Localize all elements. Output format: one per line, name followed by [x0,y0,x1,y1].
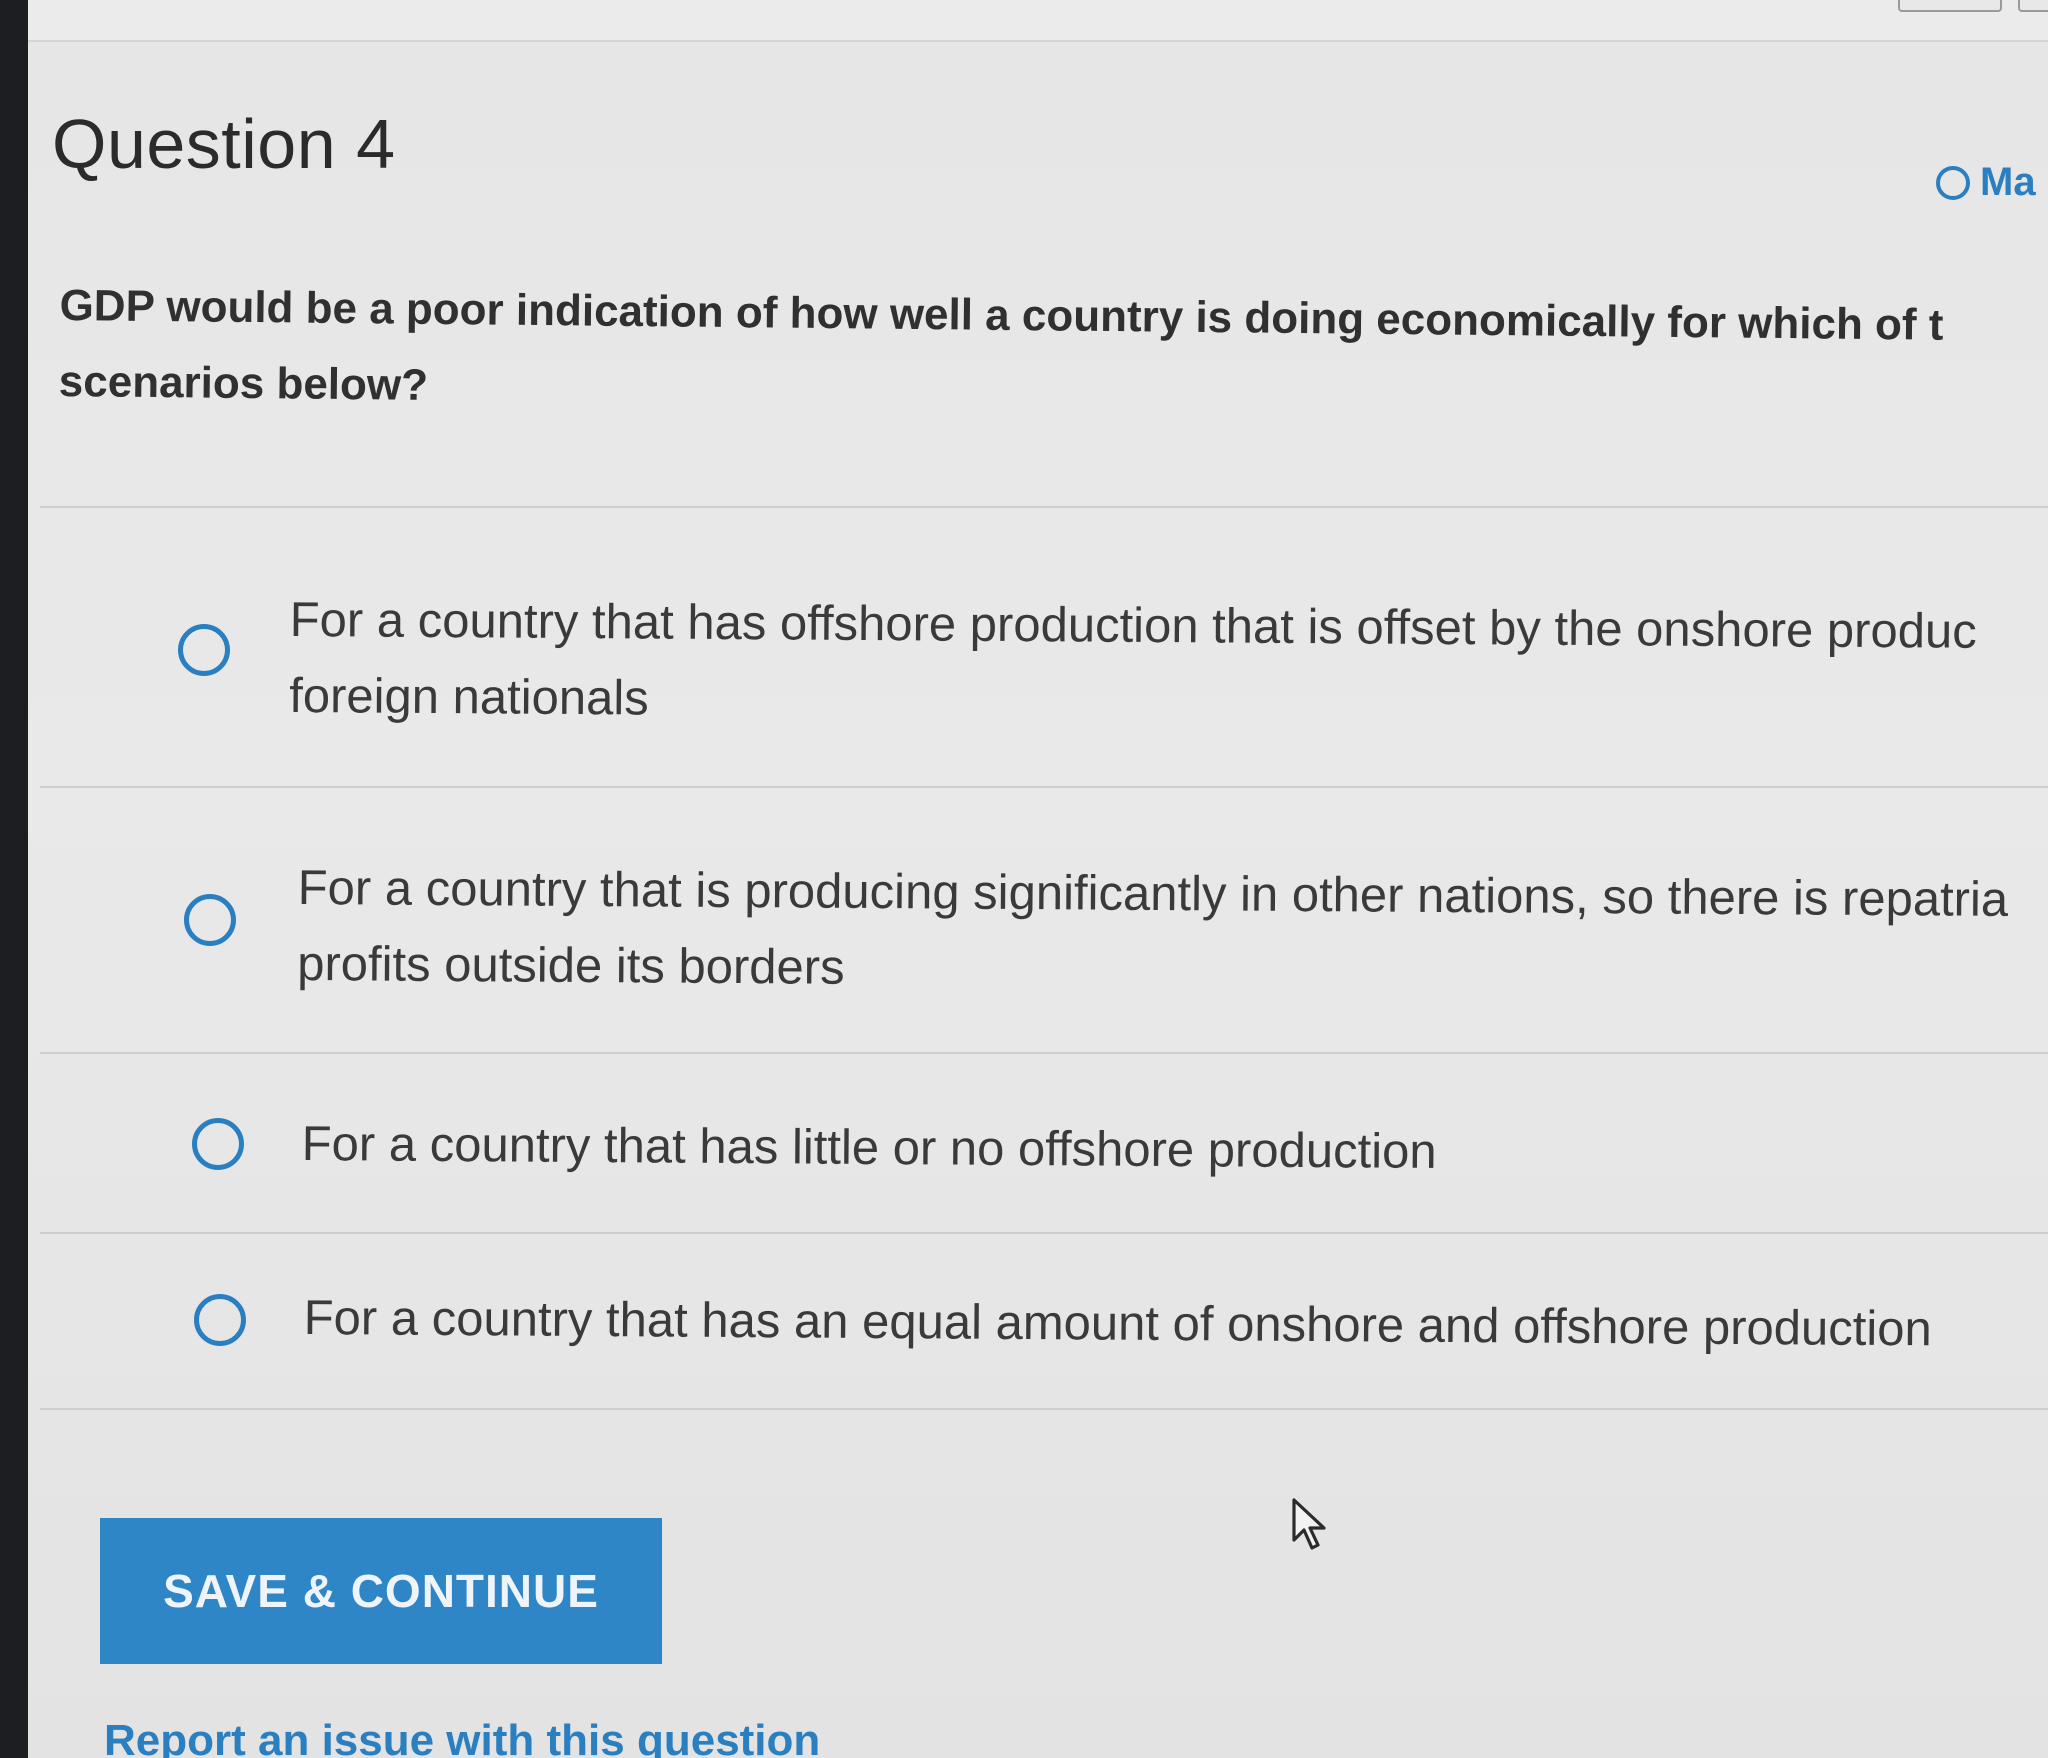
divider [40,786,2048,788]
question-title: Question 4 [52,105,396,183]
mark-label: Ma [1980,160,2036,204]
answer-choice[interactable]: For a country that has little or no offs… [28,1080,2048,1230]
divider [40,506,2048,508]
radio-circle-icon[interactable] [194,1294,246,1346]
question-prompt: GDP would be a poor indication of how we… [58,280,1944,410]
radio-circle-icon[interactable] [192,1118,244,1170]
choice-text: For a country that has an equal amount o… [303,1290,1932,1357]
answer-choice[interactable]: For a country that has an equal amount o… [28,1256,2048,1406]
answer-choice[interactable]: For a country that is producing signific… [28,810,2048,1040]
choice-text: For a country that has offshore producti… [289,592,1977,726]
report-issue-link[interactable]: Report an issue with this question [104,1716,820,1758]
choice-text: For a country that has little or no offs… [301,1116,1437,1179]
top-control-box[interactable] [2018,0,2048,12]
top-frame [28,0,2048,42]
divider [40,1232,2048,1234]
radio-circle-icon[interactable] [184,894,236,946]
radio-circle-icon[interactable] [178,624,230,676]
cursor-arrow-icon [1292,1498,1326,1550]
quiz-screen: Question 4 Ma GDP would be a poor indica… [28,0,2048,1758]
divider [40,1052,2048,1054]
choice-text: For a country that is producing signific… [297,860,2009,995]
top-control-box[interactable] [1898,0,2002,12]
divider [40,1408,2048,1410]
mark-for-review-toggle[interactable]: Ma [1936,160,2036,205]
answer-choice[interactable]: For a country that has offshore producti… [28,540,2048,770]
save-continue-button[interactable]: SAVE & CONTINUE [100,1518,662,1664]
circle-outline-icon [1936,165,1970,200]
